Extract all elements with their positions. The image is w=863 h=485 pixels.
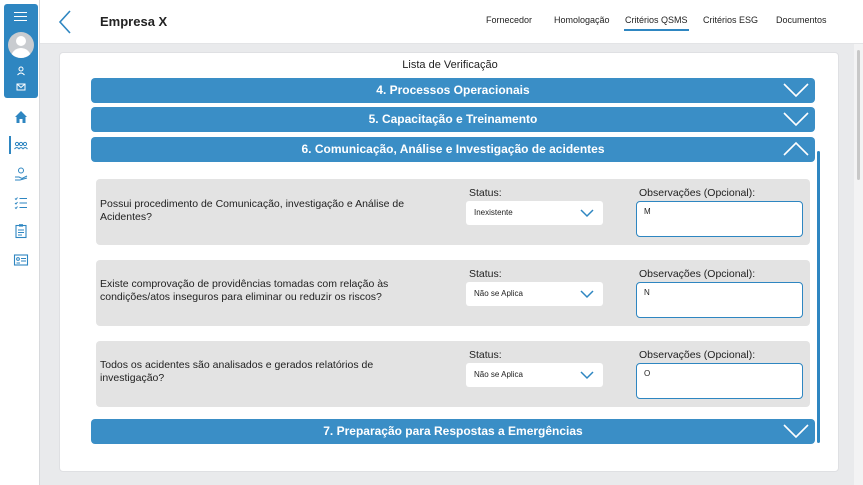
status-dropdown[interactable]: Inexistente [466, 201, 603, 225]
user-icon[interactable] [16, 66, 26, 76]
sidebar [0, 0, 40, 485]
tab-documentos[interactable]: Documentos [776, 15, 827, 25]
page-scrollbar[interactable] [854, 44, 863, 485]
chevron-down-icon [580, 371, 594, 380]
tab-homologacao[interactable]: Homologação [554, 15, 610, 25]
observations-input[interactable]: O [636, 363, 803, 399]
question-row: Todos os acidentes são analisados e gera… [96, 341, 810, 407]
tab-criterios-esg[interactable]: Critérios ESG [703, 15, 758, 25]
page-scrollbar-thumb[interactable] [857, 50, 860, 180]
status-label: Status: [469, 349, 502, 361]
question-row: Possui procedimento de Comunicação, inve… [96, 179, 810, 245]
chevron-down-icon [580, 290, 594, 299]
observations-input[interactable]: N [636, 282, 803, 318]
question-text: Existe comprovação de providências tomad… [100, 278, 389, 303]
tab-fornecedor[interactable]: Fornecedor [486, 15, 532, 25]
question-row: Existe comprovação de providências tomad… [96, 260, 810, 326]
section-6-label: 6. Comunicação, Análise e Investigação d… [301, 142, 605, 156]
sidebar-user-panel [4, 4, 38, 98]
team-icon[interactable] [13, 138, 29, 154]
header-tabs: Fornecedor Homologação Critérios QSMS Cr… [40, 15, 863, 35]
active-tab-underline [624, 29, 689, 31]
checklist-card: Lista de Verificação 4. Processos Operac… [59, 52, 839, 472]
status-value: Não se Aplica [474, 289, 523, 298]
hand-coin-icon[interactable] [13, 166, 29, 182]
chevron-down-icon [783, 424, 809, 439]
observations-input[interactable]: M [636, 201, 803, 237]
clipboard-icon[interactable] [13, 223, 29, 239]
status-value: Inexistente [474, 208, 513, 217]
home-icon[interactable] [13, 109, 29, 125]
observations-label: Observações (Opcional): [639, 187, 756, 199]
status-dropdown[interactable]: Não se Aplica [466, 282, 603, 306]
mail-icon[interactable] [16, 82, 26, 92]
chevron-up-icon [783, 141, 809, 156]
section-5-header[interactable]: 5. Capacitação e Treinamento [91, 107, 815, 132]
top-header: Empresa X Fornecedor Homologação Critéri… [40, 0, 863, 44]
status-value: Não se Aplica [474, 370, 523, 379]
status-label: Status: [469, 268, 502, 280]
observations-label: Observações (Opcional): [639, 349, 756, 361]
section-6-header[interactable]: 6. Comunicação, Análise e Investigação d… [91, 137, 815, 162]
section-7-header[interactable]: 7. Preparação para Respostas a Emergênci… [91, 419, 815, 444]
sidebar-active-indicator [9, 136, 11, 154]
tab-criterios-qsms[interactable]: Critérios QSMS [624, 15, 689, 31]
chevron-down-icon [580, 209, 594, 218]
section-scrollbar[interactable] [817, 151, 820, 443]
checklist-icon[interactable] [13, 195, 29, 211]
menu-icon[interactable] [14, 12, 27, 21]
checklist-title: Lista de Verificação [402, 59, 498, 71]
section-7-label: 7. Preparação para Respostas a Emergênci… [323, 424, 583, 438]
avatar[interactable] [8, 32, 34, 58]
section-5-label: 5. Capacitação e Treinamento [368, 112, 538, 126]
question-text: Possui procedimento de Comunicação, inve… [100, 198, 405, 223]
id-card-icon[interactable] [13, 252, 29, 268]
question-text: Todos os acidentes são analisados e gera… [100, 359, 374, 384]
chevron-down-icon [783, 83, 809, 98]
observations-label: Observações (Opcional): [639, 268, 756, 280]
status-label: Status: [469, 187, 502, 199]
section-4-label: 4. Processos Operacionais [376, 83, 530, 97]
status-dropdown[interactable]: Não se Aplica [466, 363, 603, 387]
chevron-down-icon [783, 112, 809, 127]
section-4-header[interactable]: 4. Processos Operacionais [91, 78, 815, 103]
